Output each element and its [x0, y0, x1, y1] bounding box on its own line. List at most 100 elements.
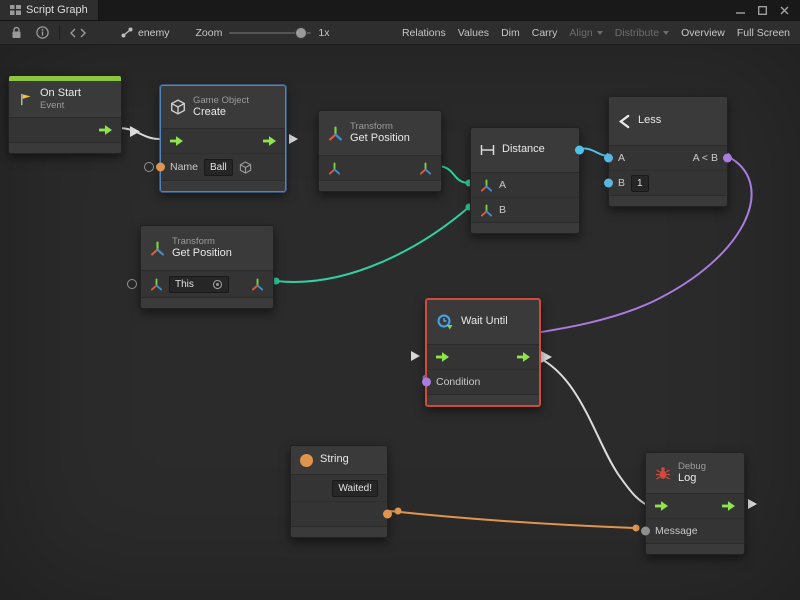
flow-output-port[interactable]	[517, 352, 530, 362]
node-distance[interactable]: Distance A B	[470, 127, 580, 234]
transform-input-port[interactable]	[150, 278, 163, 291]
node-header: Game Object Create	[161, 86, 285, 128]
node-title: Wait Until	[461, 315, 508, 328]
zoom-slider-handle[interactable]	[295, 27, 307, 39]
node-title: Log	[678, 472, 706, 485]
target-value-field[interactable]: This	[169, 276, 229, 293]
minimize-icon[interactable]	[734, 4, 747, 17]
zoom-value: 1x	[318, 27, 329, 39]
dim-button[interactable]: Dim	[495, 21, 526, 44]
node-header: Wait Until	[427, 300, 539, 344]
vector-input-port-b[interactable]	[480, 204, 493, 217]
vector-output-port[interactable]	[251, 278, 264, 291]
distance-output-port[interactable]	[575, 146, 584, 155]
window-tab-bar: Script Graph	[0, 0, 800, 21]
node-debug-log[interactable]: Debug Log Message	[645, 452, 745, 555]
full-screen-button[interactable]: Full Screen	[731, 21, 796, 44]
info-icon[interactable]	[29, 21, 56, 44]
port-label-a: A	[618, 152, 625, 164]
condition-label: Condition	[436, 376, 480, 388]
graph-name-label: enemy	[138, 27, 170, 39]
tab-script-graph[interactable]: Script Graph	[0, 0, 99, 20]
node-group: Transform	[172, 236, 232, 247]
tab-title: Script Graph	[26, 4, 88, 16]
zoom-label: Zoom	[196, 27, 223, 39]
message-label: Message	[655, 525, 698, 537]
target-icon[interactable]	[212, 279, 223, 290]
node-get-position-left[interactable]: Transform Get Position This	[140, 225, 274, 309]
flow-input-port[interactable]	[436, 352, 449, 362]
condition-input-port[interactable]	[422, 378, 431, 387]
graph-toolbar: enemy Zoom 1x Relations Values Dim Carry…	[0, 21, 800, 45]
node-header: String	[291, 446, 387, 474]
less-input-port-a[interactable]	[604, 154, 613, 163]
node-header: Less	[609, 97, 727, 145]
unconnected-port-icon	[144, 162, 154, 172]
node-header: Distance	[471, 128, 579, 172]
node-less[interactable]: Less A A < B B 1	[608, 96, 728, 207]
flow-input-port[interactable]	[655, 501, 668, 511]
node-get-position-top[interactable]: Transform Get Position	[318, 110, 442, 192]
align-button[interactable]: Align	[563, 21, 608, 44]
unconnected-port-icon	[127, 279, 137, 289]
values-button[interactable]: Values	[452, 21, 495, 44]
less-output-port[interactable]	[723, 154, 732, 163]
carry-button[interactable]: Carry	[526, 21, 564, 44]
name-value-field[interactable]: Ball	[204, 159, 233, 176]
node-header: Transform Get Position	[319, 111, 441, 155]
name-input-port[interactable]	[156, 163, 165, 172]
object-picker-icon[interactable]	[239, 161, 252, 174]
flow-output-port[interactable]	[722, 501, 735, 511]
node-footer	[427, 394, 539, 405]
vector-input-port-a[interactable]	[480, 179, 493, 192]
wait-clock-icon	[436, 313, 454, 331]
less-than-icon	[618, 114, 631, 129]
node-title: String	[320, 453, 349, 466]
distribute-button[interactable]: Distribute	[609, 21, 675, 44]
overview-button[interactable]: Overview	[675, 21, 731, 44]
vector-output-port[interactable]	[419, 162, 432, 175]
graph-target[interactable]: enemy	[121, 27, 170, 39]
flow-output-port[interactable]	[99, 125, 112, 135]
flag-icon	[18, 92, 33, 107]
node-footer	[161, 180, 285, 191]
string-value-field[interactable]: Waited!	[332, 480, 378, 497]
node-group: Transform	[350, 121, 410, 132]
name-port-label: Name	[170, 161, 198, 173]
node-footer	[319, 180, 441, 191]
flow-output-port[interactable]	[263, 136, 276, 146]
node-title: Distance	[502, 143, 545, 156]
relations-button[interactable]: Relations	[396, 21, 452, 44]
node-title: Less	[638, 114, 661, 127]
node-subtitle: Event	[40, 100, 81, 111]
node-header: On Start Event	[9, 81, 121, 117]
port-label-a: A	[499, 179, 506, 191]
node-wait-until[interactable]: Wait Until Condition	[425, 298, 541, 407]
bug-icon	[655, 466, 671, 481]
distance-icon	[480, 144, 495, 156]
node-footer	[291, 526, 387, 537]
graph-asset-icon	[121, 27, 133, 38]
less-output-label: A < B	[693, 152, 718, 164]
zoom-slider[interactable]	[229, 32, 311, 34]
code-icon[interactable]	[63, 21, 93, 44]
maximize-icon[interactable]	[756, 4, 769, 17]
lock-icon[interactable]	[4, 21, 29, 44]
node-on-start[interactable]: On Start Event	[8, 75, 122, 154]
port-label-b: B	[499, 204, 506, 216]
node-create[interactable]: Game Object Create Name Ball	[160, 85, 286, 192]
string-output-port[interactable]	[383, 510, 392, 519]
node-footer	[9, 142, 121, 153]
node-title: On Start	[40, 87, 81, 100]
cube-icon	[170, 99, 186, 115]
transform-input-port[interactable]	[328, 162, 341, 175]
string-icon	[300, 454, 313, 467]
b-value-field[interactable]: 1	[631, 175, 649, 192]
node-string[interactable]: String Waited!	[290, 445, 388, 538]
close-icon[interactable]	[778, 4, 791, 17]
less-input-port-b[interactable]	[604, 179, 613, 188]
node-title: Get Position	[350, 132, 410, 145]
flow-input-port[interactable]	[170, 136, 183, 146]
message-input-port[interactable]	[641, 527, 650, 536]
node-footer	[646, 543, 744, 554]
